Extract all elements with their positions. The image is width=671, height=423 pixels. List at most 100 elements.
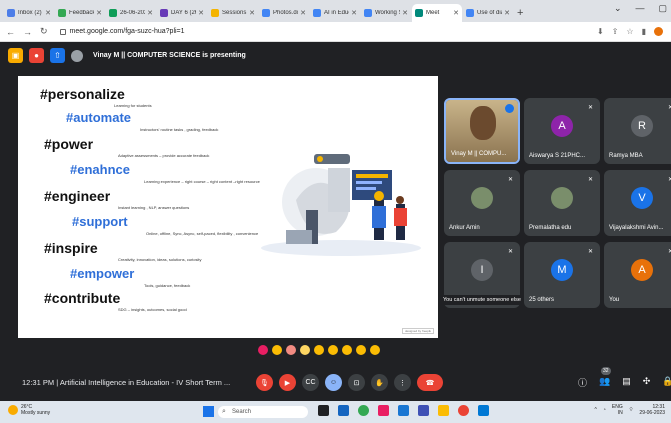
tab-search-icon[interactable]: ⌄ (614, 3, 622, 14)
star-icon[interactable]: ☆ (626, 27, 633, 36)
search-label: Search (232, 409, 252, 415)
tab-close-icon[interactable]: ✕ (198, 9, 204, 17)
weather-widget[interactable]: 26°C Mostly sunny (8, 404, 50, 416)
reload-icon[interactable]: ↻ (40, 26, 48, 37)
region-code: IN (617, 410, 623, 416)
omnibox[interactable]: meet.google.com/fga-suzc-hua?pli=1 (59, 28, 185, 35)
raise-hand-button[interactable]: ✋ (371, 374, 388, 391)
taskbar-apps (318, 405, 489, 416)
browser-tab[interactable]: Feedback ✕ (55, 4, 105, 22)
profile-avatar[interactable] (654, 27, 663, 36)
browser-tab[interactable]: Use of dial✕ (463, 4, 513, 22)
tab-close-icon[interactable]: ✕ (96, 9, 102, 17)
tab-close-icon[interactable]: ✕ (45, 9, 51, 17)
mail-icon[interactable] (398, 405, 409, 416)
sidepanel-icon[interactable]: ▮ (642, 27, 646, 36)
participant-tile[interactable]: ✕ Ankur Amin (444, 170, 520, 236)
tab-close-icon[interactable]: ✕ (351, 9, 357, 17)
captions-button[interactable]: CC (302, 374, 319, 391)
leave-call-button[interactable]: ☎ (417, 374, 443, 391)
slide-subtext: Instructors' routine tasks , grading, fe… (140, 127, 219, 132)
maximize-button[interactable]: ▢ (658, 3, 667, 14)
slide-keyword: #enahnce (70, 162, 130, 177)
participant-tile[interactable]: Vinay M || COMPU... (444, 98, 520, 164)
participant-tile[interactable]: A ✕ Aiswarya S 21PHC... (524, 98, 600, 164)
tab-title: 26-06-202 (120, 10, 146, 16)
clap-reaction-icon[interactable] (300, 345, 310, 355)
host-controls-icon[interactable]: 🔒 (662, 376, 671, 389)
store-icon[interactable] (478, 405, 489, 416)
tab-close-icon[interactable]: ✕ (402, 9, 408, 17)
present-now-button[interactable]: ⊡ (348, 374, 365, 391)
app-icon-pink[interactable] (378, 405, 389, 416)
network-icon[interactable]: ◔ (603, 407, 606, 413)
meeting-details-icon[interactable]: ⓘ (578, 376, 587, 389)
forward-icon[interactable]: → (23, 27, 32, 37)
tab-close-icon[interactable]: ✕ (300, 9, 306, 17)
thumbs-up-reaction-icon[interactable] (272, 345, 282, 355)
wifi-icon[interactable]: ⌔ (629, 407, 634, 413)
thinking-reaction-icon[interactable] (356, 345, 366, 355)
reactions-button[interactable]: ☺ (325, 374, 342, 391)
taskbar-search[interactable]: ⌕ Search (218, 406, 308, 418)
share-icon[interactable]: ⇪ (612, 27, 619, 36)
tab-close-icon[interactable]: ✕ (147, 9, 153, 17)
tab-close-icon[interactable]: ✕ (249, 9, 255, 17)
chrome-icon[interactable] (358, 405, 369, 416)
browser-tab[interactable]: Meet ✕ (412, 4, 462, 22)
widgets-icon[interactable] (338, 405, 349, 416)
slide-subtext: Learning experience – right course – rig… (144, 179, 260, 184)
download-icon[interactable]: ⬇ (597, 27, 604, 36)
heart-reaction-icon[interactable] (258, 345, 268, 355)
language-indicator[interactable]: ENG IN (612, 404, 623, 416)
participant-tile[interactable]: ✕ Premalatha edu (524, 170, 600, 236)
participant-name: You (609, 297, 620, 303)
clock[interactable]: 12:31 29-06-2023 (639, 404, 665, 416)
task-view-icon[interactable] (318, 405, 329, 416)
ai-education-illustration (261, 154, 421, 256)
thumbs-down-reaction-icon[interactable] (370, 345, 380, 355)
browser-tab[interactable]: AI in Educa✕ (310, 4, 360, 22)
browser-tab[interactable]: Inbox (2) - ✕ (4, 4, 54, 22)
participant-tile[interactable]: R ✕ Ramya MBA (604, 98, 671, 164)
tab-title: Feedback (69, 10, 95, 16)
chat-icon[interactable]: ▤ (622, 376, 631, 389)
tab-close-icon[interactable]: ✕ (453, 9, 459, 17)
minimize-button[interactable]: — (635, 3, 644, 14)
tab-close-icon[interactable]: ✕ (504, 9, 510, 17)
teams-icon[interactable] (418, 405, 429, 416)
sad-reaction-icon[interactable] (342, 345, 352, 355)
record-icon[interactable]: ● (29, 48, 44, 63)
present-icon[interactable]: ▣ (8, 48, 23, 63)
surprised-reaction-icon[interactable] (328, 345, 338, 355)
lock-icon (59, 28, 66, 35)
activities-icon[interactable]: ✣ (643, 376, 651, 389)
back-icon[interactable]: ← (6, 27, 15, 37)
participant-name: Aiswarya S 21PHC... (529, 153, 586, 159)
browser-tab[interactable]: 26-06-202 ✕ (106, 4, 156, 22)
participant-tile[interactable]: M ✕ 25 others (524, 242, 600, 308)
slide-keyword: #contribute (44, 290, 121, 306)
participant-tile[interactable]: V ✕ Vijayalakshmi Avin... (604, 170, 671, 236)
start-icon[interactable] (203, 406, 214, 417)
participant-name: 25 others (529, 297, 555, 303)
browser-tab[interactable]: Photos.doc✕ (259, 4, 309, 22)
chrome-profile-icon[interactable] (458, 405, 469, 416)
laugh-reaction-icon[interactable] (314, 345, 324, 355)
party-reaction-icon[interactable] (286, 345, 296, 355)
new-tab-button[interactable]: + (517, 4, 523, 22)
browser-tab[interactable]: Sessions S✕ (208, 4, 258, 22)
call-controls: 🎙 ▶ CC ☺ ⊡ ✋ ⋮ ☎ (256, 374, 443, 391)
camera-off-button[interactable]: ▶ (279, 374, 296, 391)
tray-overflow-icon[interactable]: ^ (594, 407, 596, 413)
tab-title: Photos.doc (273, 10, 298, 16)
search-icon: ⌕ (222, 408, 226, 415)
screen-share-icon[interactable]: ⇧ (50, 48, 65, 63)
more-options-button[interactable]: ⋮ (394, 374, 411, 391)
browser-tab[interactable]: Working S ✕ (361, 4, 411, 22)
people-icon[interactable]: 👥 32 (599, 367, 611, 389)
file-explorer-icon[interactable] (438, 405, 449, 416)
participant-tile[interactable]: A ✕ You (604, 242, 671, 308)
mic-off-button[interactable]: 🎙 (256, 374, 273, 391)
browser-tab[interactable]: DAY 6 (26.✕ (157, 4, 207, 22)
